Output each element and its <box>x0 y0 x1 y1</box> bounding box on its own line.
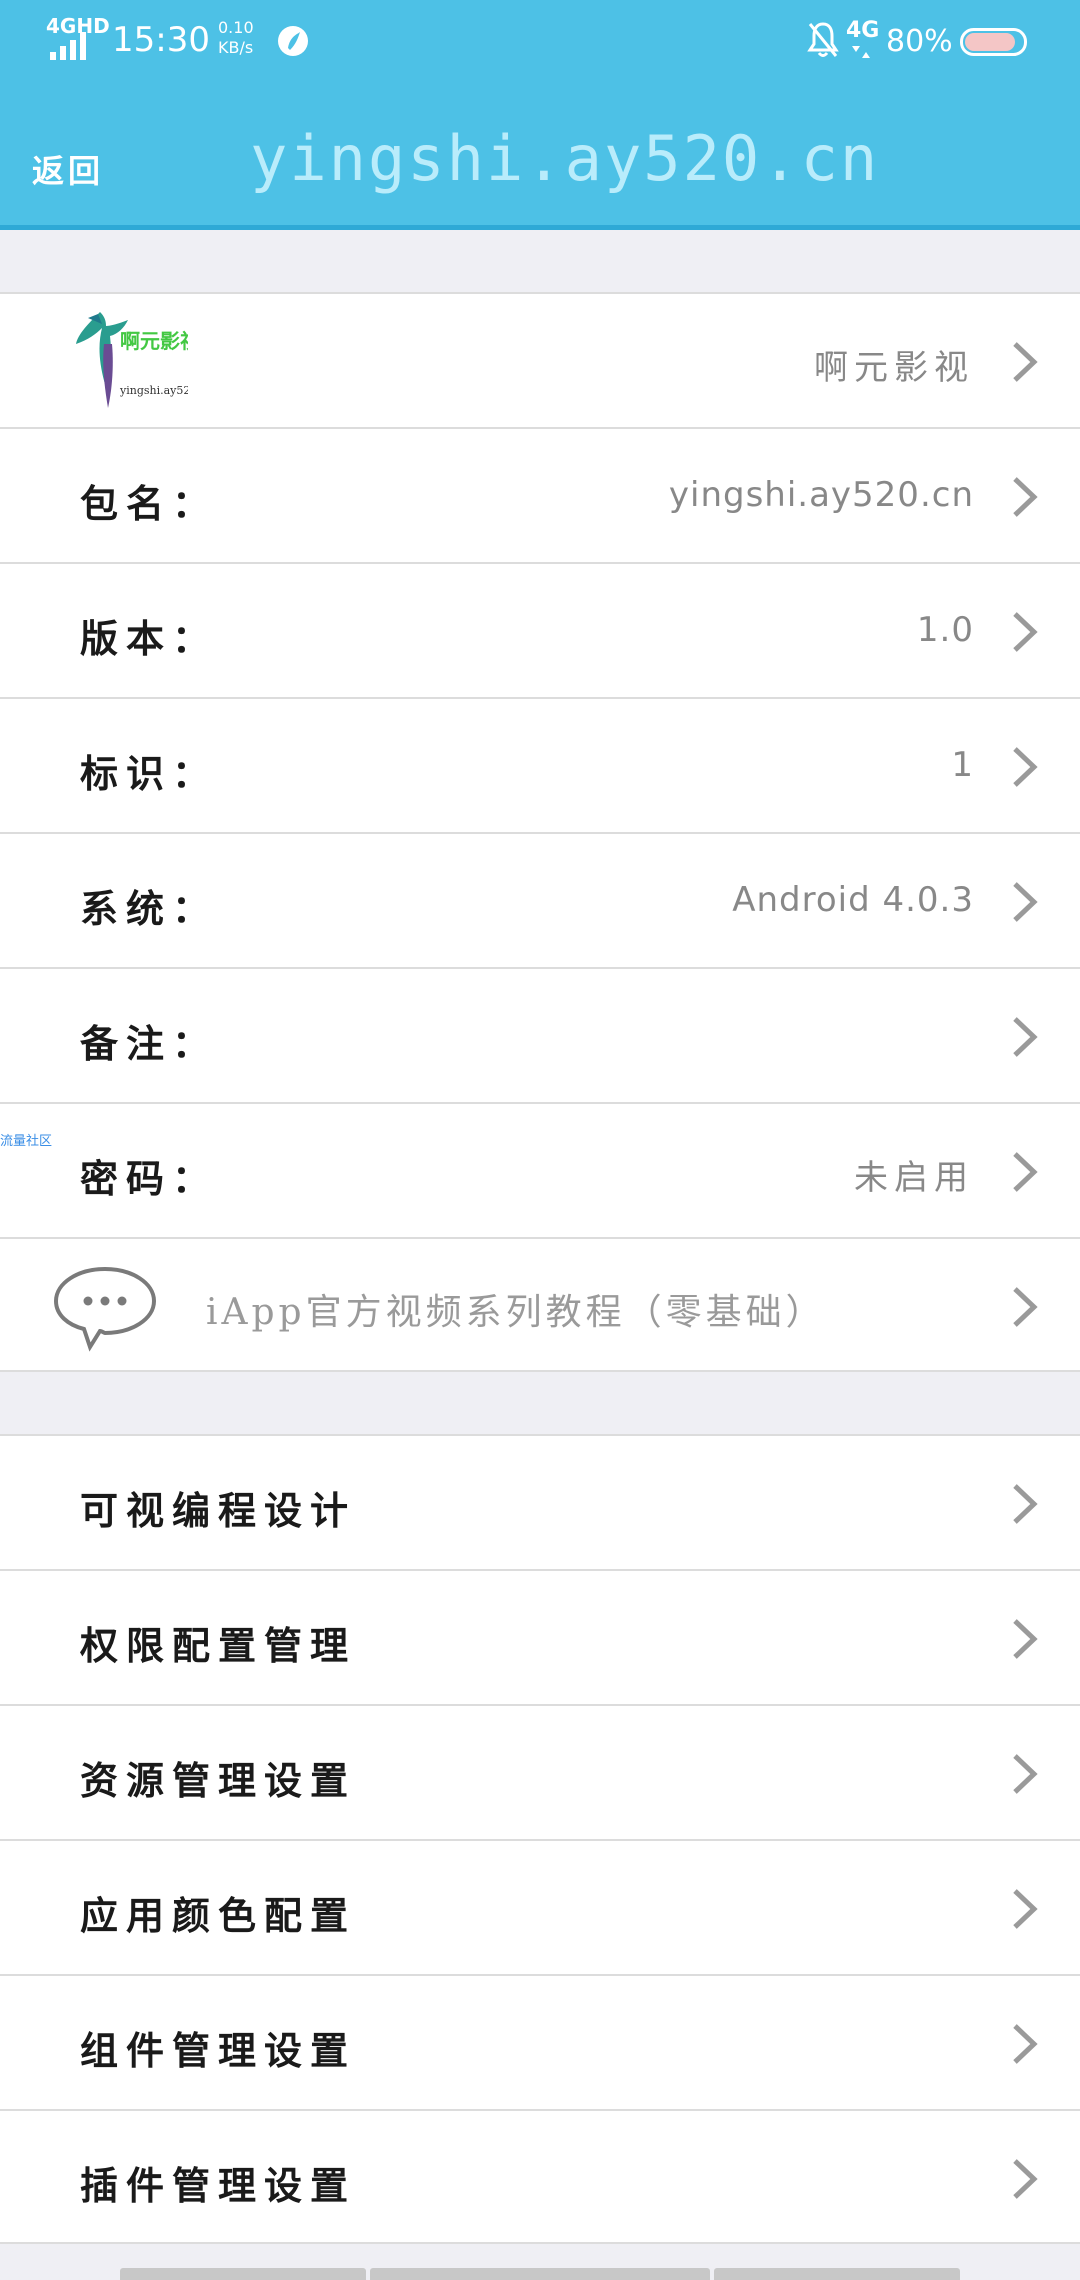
chevron-right-icon <box>1013 1017 1038 1057</box>
system-value: Android 4.0.3 <box>732 880 974 920</box>
password-value: 未启用 <box>854 1158 974 1198</box>
row-label: 密码： <box>80 1156 219 1201</box>
row-label: 权限配置管理 <box>80 1623 357 1668</box>
status-bar: 4GHD 15:30 0.10 KB/s 4G 80% <box>0 0 1080 82</box>
row-label: 插件管理设置 <box>80 2163 357 2208</box>
row-label: 组件管理设置 <box>80 2028 357 2073</box>
network-speed-value: 0.10 <box>218 18 254 37</box>
row-label: 标识： <box>80 751 219 796</box>
hummingbird-logo-icon: 啊元影视库 yingshi.ay520.cn <box>76 312 188 408</box>
battery-percent: 80% <box>886 24 953 59</box>
network-speed: 0.10 KB/s <box>218 18 254 58</box>
identifier-row[interactable]: 标识： 1 <box>0 697 1080 832</box>
bottom-tab-strip <box>0 2268 1080 2280</box>
battery-icon <box>960 28 1027 56</box>
chevron-right-icon <box>1013 342 1038 382</box>
package-name-row[interactable]: 包名： yingshi.ay520.cn <box>0 427 1080 562</box>
chevron-right-icon <box>1013 1287 1038 1327</box>
chevron-right-icon <box>1013 1152 1038 1192</box>
bottom-tab[interactable] <box>714 2268 960 2280</box>
tutorial-link-text: iApp官方视频系列教程（零基础） <box>206 1292 826 1333</box>
chevron-right-icon <box>1013 1889 1038 1929</box>
bottom-tab[interactable] <box>120 2268 366 2280</box>
row-label: 版本： <box>80 616 219 661</box>
component-settings-row[interactable]: 组件管理设置 <box>0 1974 1080 2109</box>
chevron-right-icon <box>1013 1754 1038 1794</box>
chevron-right-icon <box>1013 477 1038 517</box>
chevron-right-icon <box>1013 2024 1038 2064</box>
back-button[interactable]: 返回 <box>32 146 104 192</box>
password-row[interactable]: 密码： 未启用 <box>0 1102 1080 1237</box>
settings-list: 可视编程设计 权限配置管理 资源管理设置 应用颜色配置 组件管理设置 插件管理设… <box>0 1434 1080 2244</box>
svg-text:啊元影视库: 啊元影视库 <box>120 329 188 353</box>
svg-text:yingshi.ay520.cn: yingshi.ay520.cn <box>119 384 188 397</box>
chevron-right-icon <box>1013 747 1038 787</box>
chevron-right-icon <box>1013 2159 1038 2199</box>
row-label: 应用颜色配置 <box>80 1893 357 1938</box>
page-title: yingshi.ay520.cn <box>250 122 880 195</box>
package-name-value: yingshi.ay520.cn <box>668 475 974 515</box>
version-value: 1.0 <box>916 610 974 650</box>
visual-programming-row[interactable]: 可视编程设计 <box>0 1434 1080 1569</box>
row-label: 可视编程设计 <box>80 1488 357 1533</box>
row-label: 资源管理设置 <box>80 1758 357 1803</box>
title-bar: 返回 yingshi.ay520.cn <box>0 82 1080 230</box>
bell-muted-icon <box>807 22 839 57</box>
identifier-value: 1 <box>951 745 974 785</box>
row-label: 系统： <box>80 886 219 931</box>
row-label: 备注： <box>80 1021 219 1066</box>
row-label: 包名： <box>80 481 219 526</box>
note-row[interactable]: 备注： <box>0 967 1080 1102</box>
chevron-right-icon <box>1013 1619 1038 1659</box>
app-name-value: 啊元影视 <box>814 348 974 388</box>
app-color-config-row[interactable]: 应用颜色配置 <box>0 1839 1080 1974</box>
app-info-list: 啊元影视库 yingshi.ay520.cn 啊元影视 包名： yingshi.… <box>0 292 1080 1372</box>
chevron-right-icon <box>1013 612 1038 652</box>
permission-config-row[interactable]: 权限配置管理 <box>0 1569 1080 1704</box>
plugin-settings-row[interactable]: 插件管理设置 <box>0 2109 1080 2244</box>
chevron-right-icon <box>1013 882 1038 922</box>
tutorial-row[interactable]: iApp官方视频系列教程（零基础） <box>0 1237 1080 1372</box>
bottom-tab[interactable] <box>370 2268 710 2280</box>
clock: 15:30 <box>112 20 210 60</box>
side-tag[interactable]: 流量社区 <box>0 1130 52 1149</box>
chevron-right-icon <box>1013 1484 1038 1524</box>
data-arrows-icon <box>852 46 870 58</box>
version-row[interactable]: 版本： 1.0 <box>0 562 1080 697</box>
system-row[interactable]: 系统： Android 4.0.3 <box>0 832 1080 967</box>
chat-bubble-icon <box>53 1266 157 1352</box>
app-name-row[interactable]: 啊元影视库 yingshi.ay520.cn 啊元影视 <box>0 292 1080 427</box>
signal-icon <box>50 32 86 60</box>
resource-settings-row[interactable]: 资源管理设置 <box>0 1704 1080 1839</box>
mobile-data-label: 4G <box>846 18 880 43</box>
network-speed-unit: KB/s <box>218 38 254 57</box>
app-notification-icon <box>278 26 308 56</box>
